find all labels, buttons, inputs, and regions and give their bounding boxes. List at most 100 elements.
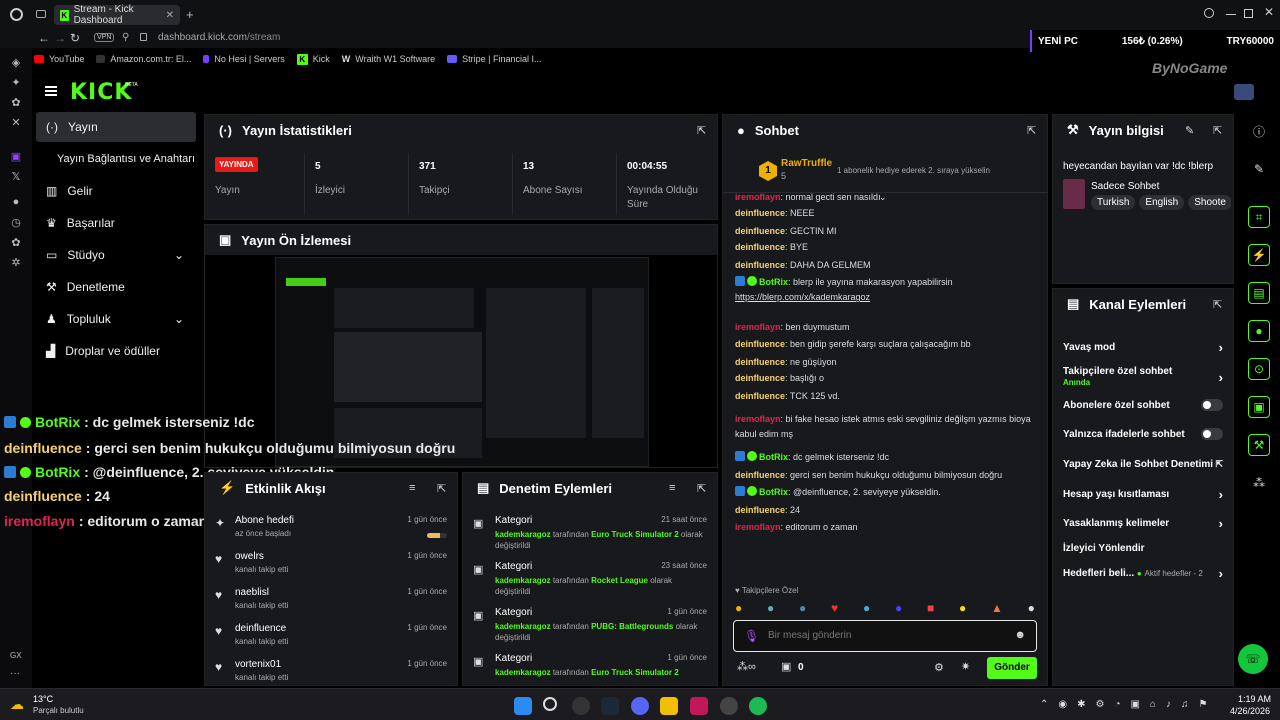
action-emote-only[interactable]: Yalnızca ifadelerle sohbet	[1063, 420, 1223, 448]
more-icon[interactable]: ···	[10, 668, 20, 679]
tag[interactable]: English	[1139, 195, 1185, 210]
popout-icon[interactable]: ⇱	[437, 482, 447, 495]
vpn-badge[interactable]: VPN	[94, 33, 115, 42]
history-icon[interactable]: ◷	[0, 212, 32, 232]
popout-icon[interactable]: ⇱	[1027, 124, 1037, 137]
chat-username[interactable]: BotRix	[759, 487, 788, 497]
subscriber-only-toggle[interactable]	[1201, 399, 1223, 411]
chat-username[interactable]: deinfluence	[735, 373, 785, 383]
chat-username[interactable]: iremoflayn	[735, 522, 781, 532]
twitch-icon[interactable]: ▣	[0, 146, 32, 166]
app-icon[interactable]	[720, 697, 738, 715]
emote-icon[interactable]: ●	[799, 601, 806, 617]
clock-date[interactable]: 4/26/2026	[1230, 706, 1270, 716]
bookmark-youtube[interactable]: YouTube	[34, 54, 84, 64]
action-slow-mode[interactable]: Yavaş mod ›	[1063, 333, 1223, 361]
opera-logo-icon[interactable]	[10, 8, 23, 21]
action-ai-moderation[interactable]: Yapay Zeka ile Sohbet Denetimi ⇱	[1063, 450, 1223, 478]
broadcast-icon[interactable]: ⊙	[1248, 358, 1270, 380]
chat-username[interactable]: iremoflayn	[735, 192, 781, 202]
steam-icon[interactable]	[601, 697, 619, 715]
chat-username[interactable]: BotRix	[759, 452, 788, 462]
bookmark-wraith[interactable]: W Wraith W1 Software	[342, 54, 435, 64]
chat-input-box[interactable]: 🎙︎ Bir mesaj gönderin ☻	[733, 620, 1037, 652]
tab-strip-icon[interactable]	[36, 10, 46, 18]
microphone-icon[interactable]: 🎙︎	[744, 629, 759, 643]
edit-icon[interactable]: ✎	[1185, 124, 1194, 137]
action-banned-words[interactable]: Yasaklanmış kelimeler ›	[1063, 509, 1223, 537]
chat-username[interactable]: deinfluence	[735, 339, 785, 349]
compass-icon[interactable]: ✦	[0, 72, 32, 92]
file-explorer-icon[interactable]	[660, 697, 678, 715]
mod-icon[interactable]: ✿	[0, 92, 32, 112]
maximize-icon[interactable]	[1244, 9, 1253, 18]
search-icon[interactable]	[1204, 8, 1214, 18]
settings-icon[interactable]: ✲	[0, 252, 32, 272]
action-account-age[interactable]: Hesap yaşı kısıtlaması ›	[1063, 480, 1223, 508]
forward-icon[interactable]: →	[54, 31, 66, 45]
bookmark-nohesi[interactable]: No Hesi | Servers	[203, 54, 285, 64]
nav-item-droplar[interactable]: ▟ Droplar ve ödüller	[36, 336, 196, 366]
action-redirect-viewers[interactable]: İzleyici Yönlendir	[1063, 534, 1223, 562]
chat-link[interactable]: https://blerp.com/x/kademkaragoz	[735, 292, 870, 302]
send-button[interactable]: Gönder	[987, 657, 1037, 679]
spotify-icon[interactable]: ●	[0, 192, 32, 212]
discord-icon[interactable]	[631, 697, 649, 715]
chat-username[interactable]: BotRix	[759, 277, 788, 287]
popout-icon[interactable]: ⇱	[1213, 298, 1223, 311]
info-icon[interactable]: ⓘ	[1248, 120, 1270, 142]
search-icon[interactable]	[543, 697, 557, 711]
x-icon[interactable]: 𝕏	[0, 166, 32, 186]
nav-item-yayin[interactable]: (·) Yayın	[36, 112, 196, 142]
emote-icon[interactable]: ●	[1028, 601, 1035, 617]
chat-bubble-icon[interactable]: ●	[1248, 320, 1270, 342]
chat-username[interactable]: iremoflayn	[735, 414, 781, 424]
new-tab-button[interactable]: +	[186, 7, 194, 22]
mod-tools-icon[interactable]: ✷	[961, 660, 970, 673]
site-settings-icon[interactable]: ⚲	[122, 32, 129, 43]
emote-icon[interactable]: ●	[895, 601, 902, 617]
extensions-icon[interactable]: ✿	[0, 232, 32, 252]
opera-gx-icon[interactable]	[572, 697, 590, 715]
nav-item-gelir[interactable]: ▥ Gelir	[36, 176, 196, 206]
chat-username[interactable]: deinfluence	[735, 470, 785, 480]
action-goals[interactable]: Hedefleri beli... ● Aktif hedefler - 2 ›	[1063, 559, 1223, 587]
nav-item-stream-key[interactable]: Yayın Bağlantısı ve Anahtarı	[36, 144, 196, 174]
popout-icon[interactable]: ⇱	[697, 482, 707, 495]
back-icon[interactable]: ←	[38, 31, 50, 45]
channel-icon[interactable]: ▣	[1248, 396, 1270, 418]
bookmark-kick[interactable]: K Kick	[296, 53, 330, 65]
edit-icon[interactable]: ✎	[1248, 158, 1270, 180]
filter-icon[interactable]: ≡	[409, 482, 415, 494]
crossed-tools-icon[interactable]: ✕	[0, 112, 32, 132]
bolt-icon[interactable]: ⚡	[1248, 244, 1270, 266]
preview-video[interactable]	[275, 257, 649, 467]
emote-icon[interactable]: ♥	[831, 601, 838, 617]
spotify-icon[interactable]	[749, 697, 767, 715]
nav-item-basarilar[interactable]: ♛ Başarılar	[36, 208, 196, 238]
community-icon[interactable]: ⁂	[1248, 472, 1270, 494]
minimize-icon[interactable]	[1226, 14, 1236, 15]
emote-icon[interactable]: ●	[863, 601, 870, 617]
chat-input-placeholder[interactable]: Bir mesaj gönderin	[768, 630, 851, 641]
bookmark-amazon[interactable]: Amazon.com.tr: El...	[96, 54, 191, 64]
chat-username[interactable]: deinfluence	[735, 260, 785, 270]
wrench-icon[interactable]: ⚒	[1248, 434, 1270, 456]
tag[interactable]: Shoote	[1188, 195, 1231, 210]
gx-label[interactable]: GX	[10, 651, 22, 660]
filter-icon[interactable]: ≡	[669, 482, 675, 494]
chat-username[interactable]: deinfluence	[735, 208, 785, 218]
chat-username[interactable]: deinfluence	[735, 505, 785, 515]
nav-item-denetleme[interactable]: ⚒ Denetleme	[36, 272, 196, 302]
close-window-icon[interactable]: ✕	[1264, 5, 1274, 19]
reload-icon[interactable]: ↻	[70, 31, 80, 45]
emote-only-toggle[interactable]	[1201, 428, 1223, 440]
action-follower-only[interactable]: Takipçilere özel sohbet Anında ›	[1063, 362, 1223, 392]
action-subscriber-only[interactable]: Abonelere özel sohbet	[1063, 391, 1223, 419]
emote-icon[interactable]: ●	[959, 601, 966, 617]
support-button[interactable]: ☏	[1238, 644, 1268, 674]
tab-close-icon[interactable]: ✕	[166, 10, 174, 21]
pinned-leaderboard[interactable]: 1 RawTruffle 5 1 abonelik hediye ederek …	[723, 149, 1047, 193]
emote-icon[interactable]: ▲	[991, 601, 1003, 617]
emote-icon[interactable]: ■	[927, 601, 934, 617]
